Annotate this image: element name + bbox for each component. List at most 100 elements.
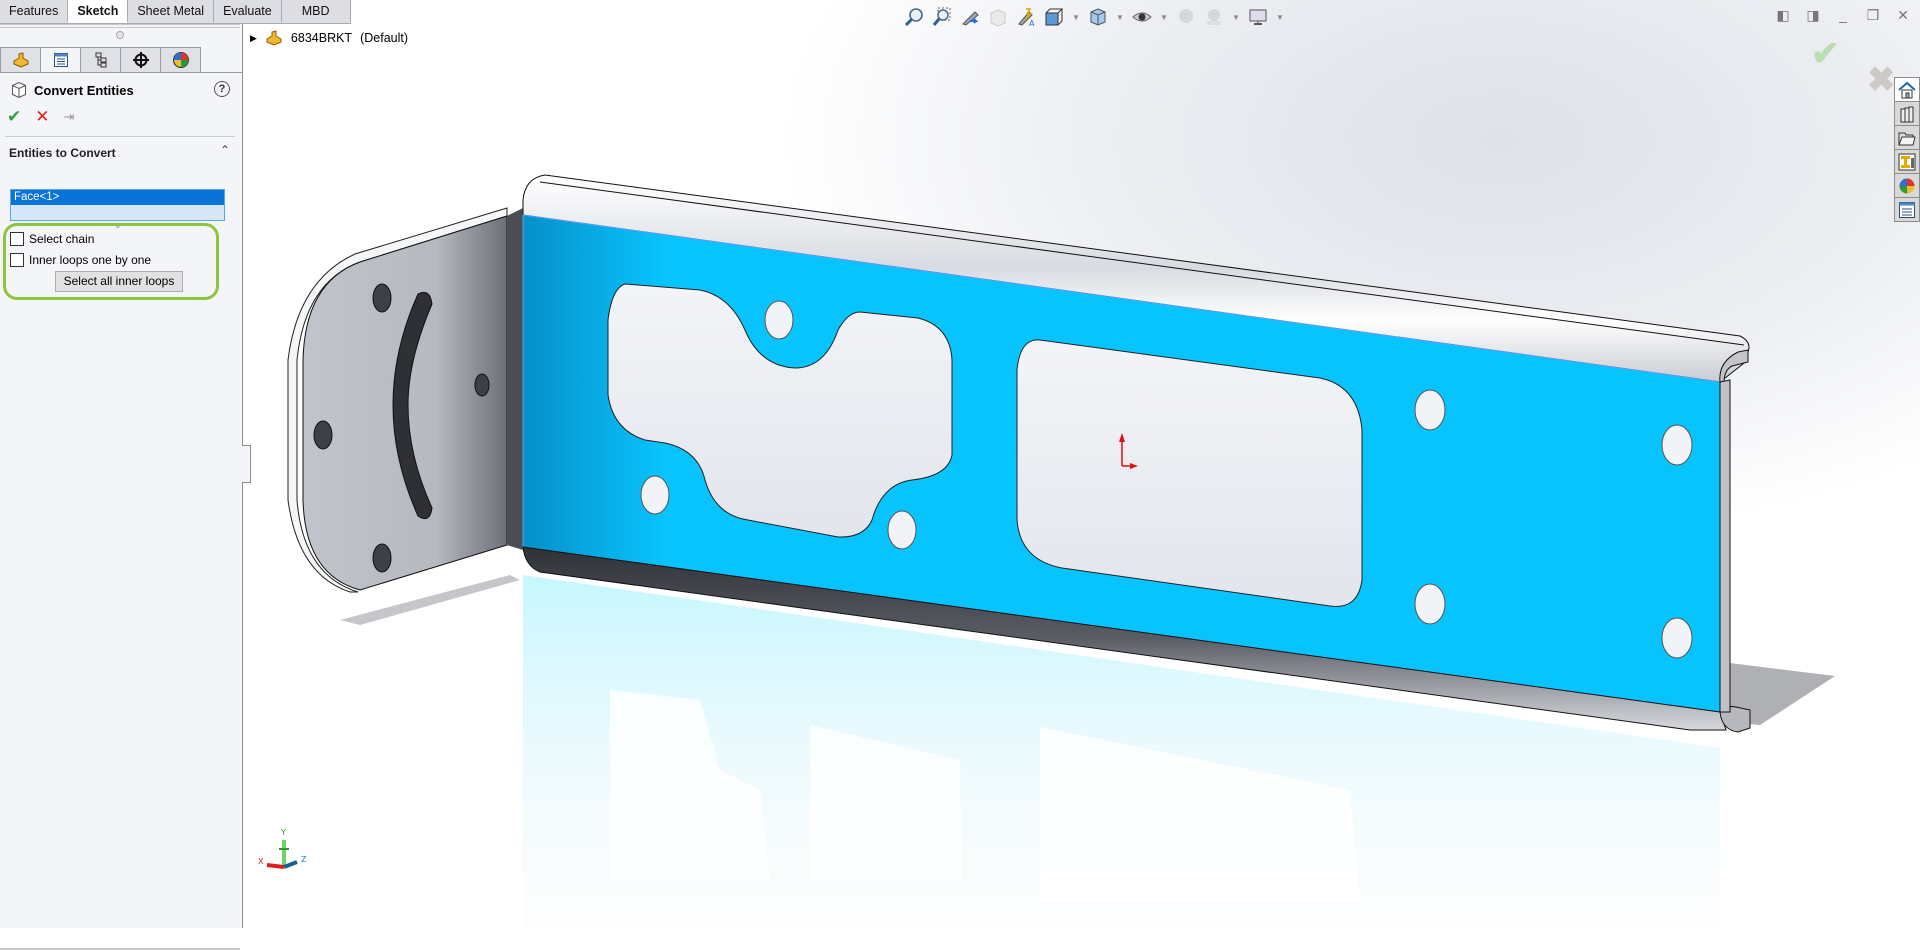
bracket-model[interactable] (243, 0, 1920, 928)
property-manager-panel: Convert Entities ? ✔ ✕ ⇥ Entities to Con… (0, 23, 243, 950)
face-hole (1414, 389, 1446, 431)
dynamic-annotation-views-button[interactable]: A (1015, 6, 1037, 28)
minimize-button[interactable]: _ (1834, 6, 1852, 24)
select-chain-checkbox[interactable]: Select chain (10, 232, 94, 246)
manager-tabs (0, 47, 201, 73)
tab-evaluate[interactable]: Evaluate (214, 0, 282, 22)
apply-scene-button[interactable] (1203, 6, 1225, 28)
task-pane-custom-properties-tab[interactable] (1894, 198, 1920, 222)
face-hole (764, 300, 794, 340)
tab-features[interactable]: Features (0, 0, 69, 22)
ok-button[interactable]: ✔ (7, 108, 21, 126)
close-button[interactable]: ✕ (1894, 6, 1912, 24)
configuration-manager-tab[interactable] (81, 47, 121, 73)
face-hole (1661, 617, 1693, 659)
restore-button[interactable]: ❐ (1864, 6, 1882, 24)
graphics-area[interactable]: ▶ 6834BRKT (Default) A ▼ ▼ ▼ ▼ ▼ ◧ ◨ _ ❐… (243, 0, 1920, 928)
collapse-group-chevron-up-icon[interactable]: ⌃ (220, 143, 230, 157)
tab-mbd[interactable]: MBD (281, 0, 351, 22)
help-button[interactable]: ? (214, 81, 230, 97)
dimxpert-manager-icon (132, 52, 149, 68)
display-style-button[interactable] (1087, 6, 1109, 28)
tab-sheet-metal[interactable]: Sheet Metal (128, 0, 215, 22)
dynamic-annotation-views-icon: A (1018, 8, 1035, 27)
view-palette-icon (1898, 153, 1916, 170)
tile-left-button[interactable]: ◧ (1774, 6, 1792, 24)
display-style-dropdown[interactable]: ▼ (1115, 13, 1125, 22)
inner-bend (507, 208, 523, 550)
entities-selection-box[interactable]: Face<1> (10, 189, 225, 221)
confirmation-corner-ok-icon[interactable]: ✔ (1811, 34, 1840, 74)
left-flange-hole (474, 373, 490, 397)
left-flange-hole (313, 420, 333, 450)
task-pane-home-tab[interactable] (1894, 77, 1920, 102)
cutout-rectangular (1016, 339, 1363, 607)
cancel-button[interactable]: ✕ (35, 108, 49, 126)
hide-show-items-button[interactable] (1131, 6, 1153, 28)
property-manager-tab[interactable] (41, 47, 81, 73)
property-manager-title: Convert Entities (34, 82, 134, 98)
tile-right-button[interactable]: ◨ (1804, 6, 1822, 24)
property-manager-icon (53, 53, 68, 67)
keep-visible-pin-button[interactable]: ⇥ (64, 108, 75, 126)
home-icon (1898, 81, 1916, 98)
view-settings-button[interactable] (1247, 6, 1269, 28)
select-chain-box[interactable] (10, 232, 24, 246)
panel-divider (0, 24, 240, 28)
task-pane-design-library-tab[interactable] (1894, 102, 1920, 126)
task-pane-view-palette-tab[interactable] (1894, 150, 1920, 174)
apply-scene-dropdown[interactable]: ▼ (1231, 13, 1241, 22)
edit-appearance-button[interactable] (1175, 6, 1197, 28)
inner-loops-checkbox[interactable]: Inner loops one by one (10, 253, 151, 267)
appearances-icon (1899, 178, 1915, 193)
face-hole (1661, 424, 1693, 466)
part-name[interactable]: 6834BRKT (291, 31, 352, 45)
select-all-inner-loops-button[interactable]: Select all inner loops (55, 271, 183, 292)
selection-box-resize-handle[interactable]: ⌄ (114, 220, 122, 231)
inner-loops-label: Inner loops one by one (29, 253, 152, 267)
inner-loops-box[interactable] (10, 253, 24, 267)
triad-x-label: X (258, 857, 264, 866)
panel-collapse-notch[interactable] (242, 445, 251, 483)
display-manager-tab[interactable] (161, 47, 201, 73)
previous-view-button[interactable] (959, 6, 981, 28)
view-orientation-button[interactable] (1043, 6, 1065, 28)
zoom-to-area-button[interactable] (931, 6, 953, 28)
dimxpert-manager-tab[interactable] (121, 47, 161, 73)
view-orientation-dropdown[interactable]: ▼ (1071, 13, 1081, 22)
section-view-button[interactable] (987, 6, 1009, 28)
zoom-to-area-icon (932, 7, 951, 26)
entities-to-convert-group-title: Entities to Convert (9, 146, 116, 160)
document-window-controls: ◧ ◨ _ ❐ ✕ (1774, 6, 1920, 24)
view-settings-dropdown[interactable]: ▼ (1275, 13, 1285, 22)
task-pane-appearances-tab[interactable] (1894, 174, 1920, 198)
tab-sketch[interactable]: Sketch (68, 0, 129, 23)
selection-item-face[interactable]: Face<1> (11, 190, 224, 205)
panel-grip-handle[interactable] (116, 31, 124, 39)
svg-text:A: A (1029, 19, 1035, 27)
confirmation-corner-cancel-icon[interactable]: ✖ (1867, 60, 1896, 100)
left-flange-hole (372, 283, 392, 313)
face-hole (887, 510, 917, 550)
task-pane-file-explorer-tab[interactable] (1894, 126, 1920, 150)
hide-show-items-dropdown[interactable]: ▼ (1159, 13, 1169, 22)
convert-entities-icon (12, 81, 26, 99)
command-manager-tabs: Features Sketch Sheet Metal Evaluate MBD (0, 0, 351, 24)
feature-manager-tab[interactable] (0, 47, 41, 73)
configuration-name: (Default) (360, 31, 409, 45)
edit-appearance-icon (1179, 9, 1193, 23)
section-divider (5, 136, 235, 137)
select-chain-label: Select chain (29, 232, 95, 246)
expand-arrow-icon[interactable]: ▶ (250, 33, 257, 44)
left-flange-hole (372, 543, 392, 573)
zoom-to-fit-button[interactable] (903, 6, 925, 28)
property-manager-actions: ✔ ✕ ⇥ (7, 108, 74, 126)
reference-triad: Y X Z (258, 828, 307, 869)
task-pane-tabs (1894, 77, 1920, 222)
hide-show-items-icon (1132, 12, 1152, 22)
section-view-icon (990, 9, 1006, 27)
apply-scene-icon (1207, 9, 1221, 25)
triad-y-label: Y (280, 828, 286, 837)
configuration-manager-icon (95, 52, 106, 68)
custom-properties-icon (1899, 201, 1915, 218)
